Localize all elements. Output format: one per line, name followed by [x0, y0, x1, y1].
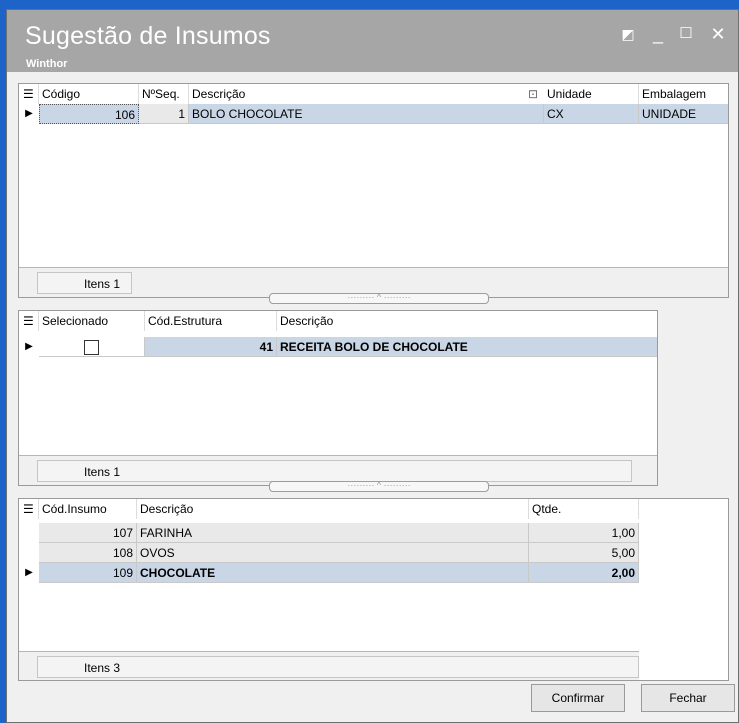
- row-indicator-icon: ▶: [25, 567, 33, 578]
- row-indicator-icon: ▶: [25, 341, 33, 352]
- cell-descricao[interactable]: OVOS: [137, 543, 529, 563]
- header-cod-estrutura[interactable]: Cód.Estrutura: [145, 311, 277, 331]
- header-unidade[interactable]: Unidade: [544, 84, 639, 104]
- window-title: Sugestão de Insumos: [25, 22, 271, 50]
- column-chooser-icon[interactable]: ☰: [19, 499, 39, 519]
- close-icon[interactable]: ✕: [707, 24, 729, 44]
- items-count: Itens 1: [37, 460, 632, 482]
- row-indicator-icon: ▶: [25, 108, 33, 119]
- header-cod-insumo[interactable]: Cód.Insumo: [39, 499, 137, 519]
- splitter-handle[interactable]: ········· ^ ·········: [269, 293, 489, 304]
- items-count: Itens 1: [37, 272, 132, 294]
- header-descricao[interactable]: Descrição: [277, 311, 657, 331]
- header-qtde[interactable]: Qtde.: [529, 499, 639, 519]
- window-subtitle: Winthor: [26, 58, 68, 70]
- cell-nseq[interactable]: 1: [139, 104, 189, 124]
- items-count: Itens 3: [37, 656, 639, 678]
- cell-descricao[interactable]: BOLO CHOCOLATE: [189, 104, 544, 124]
- grid-footer: Itens 3: [19, 651, 639, 680]
- header-codigo[interactable]: Código: [39, 84, 139, 104]
- splitter-handle[interactable]: ········· ^ ·········: [269, 481, 489, 492]
- title-bar[interactable]: Sugestão de Insumos Winthor ◩ _ ☐ ✕: [7, 10, 738, 72]
- cell-cod-insumo[interactable]: 108: [39, 543, 137, 563]
- header-embalagem[interactable]: Embalagem: [639, 84, 728, 104]
- main-window: Sugestão de Insumos Winthor ◩ _ ☐ ✕ ☰ Có…: [6, 9, 739, 723]
- filter-icon[interactable]: ⊡: [528, 84, 544, 104]
- cell-descricao[interactable]: RECEITA BOLO DE CHOCOLATE: [277, 337, 657, 357]
- inputs-grid[interactable]: ☰ Cód.Insumo Descrição Qtde. 107 FARINHA…: [18, 498, 729, 681]
- cell-cod-estrutura[interactable]: 41: [145, 337, 277, 357]
- cell-qtde[interactable]: 2,00: [529, 563, 639, 583]
- select-checkbox[interactable]: [84, 340, 99, 356]
- close-button[interactable]: Fechar: [641, 684, 735, 712]
- confirm-button[interactable]: Confirmar: [531, 684, 625, 712]
- cell-embalagem[interactable]: UNIDADE: [639, 104, 728, 124]
- cell-selecionado[interactable]: [39, 337, 145, 357]
- minimize-icon[interactable]: _: [647, 24, 669, 44]
- column-chooser-icon[interactable]: ☰: [19, 84, 39, 104]
- cell-qtde[interactable]: 1,00: [529, 523, 639, 543]
- cell-cod-insumo[interactable]: 107: [39, 523, 137, 543]
- cell-descricao[interactable]: FARINHA: [137, 523, 529, 543]
- structures-grid[interactable]: ☰ Selecionado Cód.Estrutura Descrição ▶ …: [18, 310, 658, 486]
- cell-unidade[interactable]: CX: [544, 104, 639, 124]
- products-grid[interactable]: ☰ Código NºSeq. Descrição ⊡ Unidade Emba…: [18, 83, 729, 298]
- column-chooser-icon[interactable]: ☰: [19, 311, 39, 331]
- header-nseq[interactable]: NºSeq.: [139, 84, 189, 104]
- maximize-icon[interactable]: ☐: [675, 24, 697, 44]
- header-descricao[interactable]: Descrição: [137, 499, 529, 519]
- cell-cod-insumo[interactable]: 109: [39, 563, 137, 583]
- cell-descricao[interactable]: CHOCOLATE: [137, 563, 529, 583]
- cell-qtde[interactable]: 5,00: [529, 543, 639, 563]
- cell-codigo[interactable]: 106: [39, 104, 139, 124]
- restore-icon[interactable]: ◩: [617, 24, 639, 44]
- header-selecionado[interactable]: Selecionado: [39, 311, 145, 331]
- header-descricao[interactable]: Descrição: [189, 84, 544, 104]
